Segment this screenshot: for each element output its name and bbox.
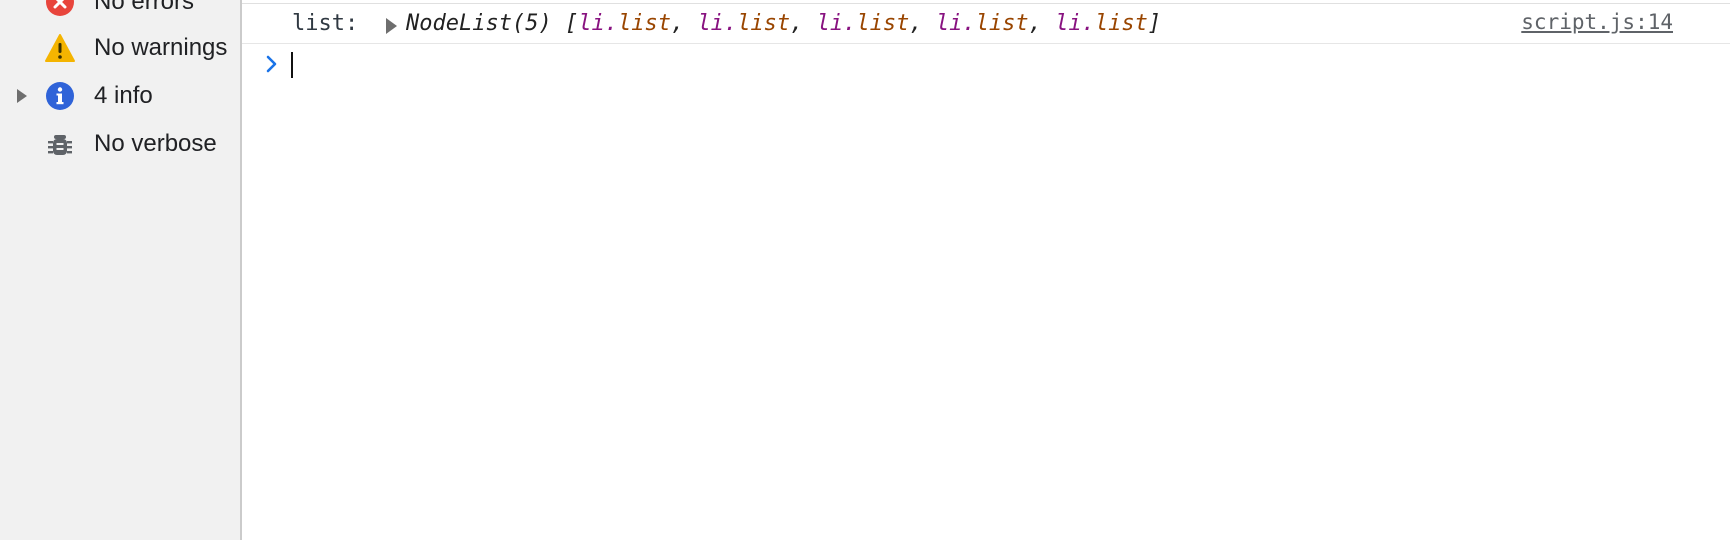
open-bracket: [ xyxy=(564,11,579,36)
info-icon xyxy=(44,80,76,112)
expand-arrow-icon[interactable] xyxy=(14,88,30,104)
error-icon xyxy=(44,0,76,18)
expand-object-icon[interactable] xyxy=(386,18,397,34)
message-key: list: xyxy=(292,11,359,36)
object-preview[interactable]: NodeList(5) [li.list, li.list, li.list, … xyxy=(406,11,1161,36)
node-item: li.list xyxy=(578,11,671,36)
sidebar-item-warnings[interactable]: No warnings xyxy=(0,26,240,70)
prompt-chevron-icon xyxy=(260,52,284,76)
sidebar-item-label: 4 info xyxy=(94,82,153,109)
devtools-console-panel: No errors No warnings 4 info No verbose … xyxy=(0,0,1730,540)
node-item: li.list xyxy=(1055,11,1148,36)
node-item: li.list xyxy=(697,11,791,36)
sidebar-item-label: No verbose xyxy=(94,130,217,157)
console-input[interactable] xyxy=(290,50,1690,80)
source-link[interactable]: script.js:14 xyxy=(1521,10,1673,34)
warning-icon xyxy=(44,32,76,64)
console-message: list: NodeList(5) [li.list, li.list, li.… xyxy=(242,4,1730,44)
node-item: li.list xyxy=(816,11,910,36)
console-output: list: NodeList(5) [li.list, li.list, li.… xyxy=(242,0,1730,540)
console-sidebar: No errors No warnings 4 info No verbose xyxy=(0,0,242,540)
sidebar-item-errors[interactable]: No errors xyxy=(0,0,240,24)
sidebar-item-label: No warnings xyxy=(94,34,228,61)
node-item: li.list xyxy=(935,11,1029,36)
sidebar-item-label: No errors xyxy=(94,0,195,15)
object-type: NodeList(5) xyxy=(406,11,552,36)
text-caret xyxy=(291,52,293,78)
sidebar-item-verbose[interactable]: No verbose xyxy=(0,122,240,166)
close-bracket: ] xyxy=(1147,11,1162,36)
bug-icon xyxy=(44,128,76,160)
console-prompt[interactable] xyxy=(242,44,1730,88)
sidebar-item-info[interactable]: 4 info xyxy=(0,74,240,118)
